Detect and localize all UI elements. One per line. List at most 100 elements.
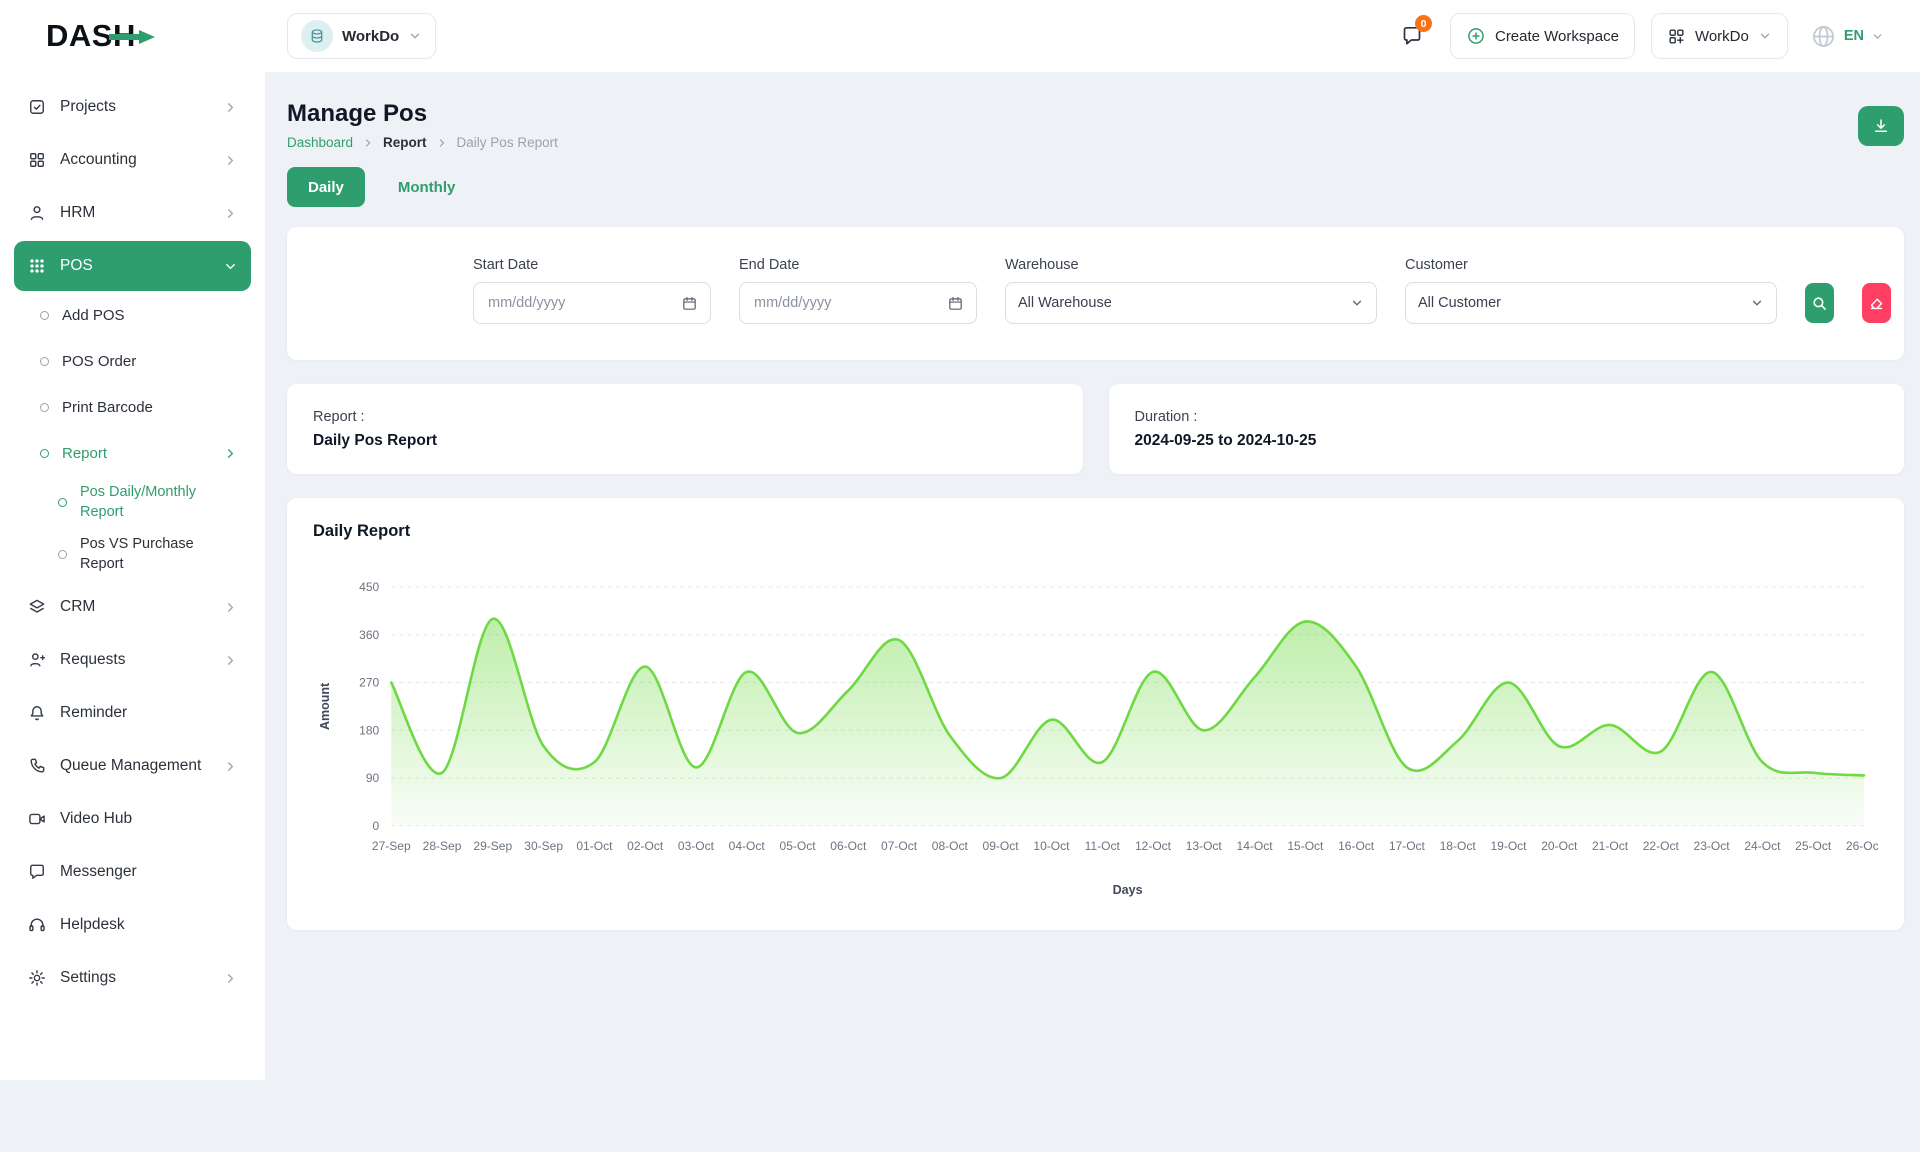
language-code: EN — [1844, 28, 1864, 44]
tab-monthly[interactable]: Monthly — [377, 167, 477, 207]
headset-icon — [27, 915, 47, 935]
sidebar-item-pos-vs-purchase-report[interactable]: Pos VS Purchase Report — [14, 530, 251, 579]
report-summary-card: Report : Daily Pos Report — [287, 384, 1083, 474]
apps-grid-icon — [27, 256, 47, 276]
breadcrumb-dashboard-link[interactable]: Dashboard — [287, 135, 353, 150]
reset-filter-button[interactable] — [1862, 283, 1891, 323]
bullet-icon — [40, 403, 49, 412]
grid-plus-icon — [1667, 27, 1686, 46]
create-workspace-button[interactable]: Create Workspace — [1450, 13, 1635, 59]
chevron-right-icon — [223, 759, 238, 774]
calendar-icon[interactable] — [681, 295, 698, 312]
svg-text:06-Oct: 06-Oct — [830, 839, 867, 853]
svg-text:05-Oct: 05-Oct — [780, 839, 817, 853]
start-date-label: Start Date — [473, 257, 711, 273]
video-camera-icon — [27, 809, 47, 829]
svg-text:24-Oct: 24-Oct — [1744, 839, 1781, 853]
messages-button[interactable]: 0 — [1390, 14, 1434, 58]
svg-text:03-Oct: 03-Oct — [678, 839, 715, 853]
sidebar-item-requests[interactable]: Requests — [14, 635, 251, 685]
svg-text:15-Oct: 15-Oct — [1287, 839, 1324, 853]
sidebar-item-accounting[interactable]: Accounting — [14, 135, 251, 185]
sidebar-item-pos[interactable]: POS — [14, 241, 251, 291]
svg-text:23-Oct: 23-Oct — [1694, 839, 1731, 853]
workdo-menu-label: WorkDo — [1695, 28, 1749, 45]
sidebar-item-report[interactable]: Report — [14, 432, 251, 474]
search-button[interactable] — [1805, 283, 1834, 323]
main-content: Manage Pos Dashboard Report Daily Pos Re… — [265, 72, 1920, 1080]
bullet-icon — [40, 311, 49, 320]
chevron-right-icon — [223, 971, 238, 986]
sidebar-item-helpdesk[interactable]: Helpdesk — [14, 900, 251, 950]
svg-text:90: 90 — [366, 771, 380, 785]
chevron-down-icon — [1750, 296, 1764, 310]
sidebar-item-add-pos[interactable]: Add POS — [14, 294, 251, 336]
svg-text:180: 180 — [359, 723, 379, 737]
chevron-right-icon — [362, 137, 374, 149]
chevron-down-icon — [1871, 30, 1884, 43]
customer-label: Customer — [1405, 257, 1777, 273]
customer-select[interactable]: All Customer — [1405, 282, 1777, 324]
customer-field: Customer All Customer — [1405, 257, 1777, 324]
language-selector[interactable]: EN — [1804, 22, 1890, 51]
end-date-field: End Date — [739, 257, 977, 324]
svg-text:26-Oct: 26-Oct — [1846, 839, 1878, 853]
sidebar: Projects Accounting HRM POS Add POS POS … — [0, 72, 265, 1080]
sidebar-item-hrm[interactable]: HRM — [14, 188, 251, 238]
customer-selected-value: All Customer — [1418, 295, 1501, 311]
daily-report-chart: 09018027036045027-Sep28-Sep29-Sep30-Sep0… — [313, 571, 1878, 902]
logo-arrow-icon — [109, 30, 155, 44]
workspace-switcher[interactable]: WorkDo — [287, 13, 436, 59]
report-summary-value: Daily Pos Report — [313, 432, 1057, 450]
start-date-input[interactable] — [486, 294, 636, 312]
svg-text:28-Sep: 28-Sep — [423, 839, 462, 853]
eraser-icon — [1868, 295, 1885, 312]
end-date-input-wrap — [739, 282, 977, 324]
sidebar-item-queue-management[interactable]: Queue Management — [14, 741, 251, 791]
person-plus-icon — [27, 650, 47, 670]
download-button[interactable] — [1858, 106, 1904, 146]
sidebar-item-pos-daily-monthly-report[interactable]: Pos Daily/Monthly Report — [14, 478, 251, 527]
sidebar-item-video-hub[interactable]: Video Hub — [14, 794, 251, 844]
svg-text:13-Oct: 13-Oct — [1186, 839, 1223, 853]
svg-text:17-Oct: 17-Oct — [1389, 839, 1426, 853]
duration-summary-label: Duration : — [1135, 409, 1879, 425]
warehouse-field: Warehouse All Warehouse — [1005, 257, 1377, 324]
chevron-down-icon — [1758, 29, 1772, 43]
chevron-right-icon — [223, 653, 238, 668]
filter-card: Start Date End Date Warehouse All Wareho… — [287, 227, 1904, 360]
svg-text:21-Oct: 21-Oct — [1592, 839, 1629, 853]
topbar-actions: 0 Create Workspace WorkDo EN — [1390, 13, 1920, 59]
svg-text:18-Oct: 18-Oct — [1440, 839, 1477, 853]
bullet-icon — [40, 449, 49, 458]
sidebar-item-projects[interactable]: Projects — [14, 82, 251, 132]
end-date-input[interactable] — [752, 294, 902, 312]
sidebar-item-pos-order[interactable]: POS Order — [14, 340, 251, 382]
svg-text:30-Sep: 30-Sep — [524, 839, 563, 853]
warehouse-select[interactable]: All Warehouse — [1005, 282, 1377, 324]
sidebar-item-settings[interactable]: Settings — [14, 953, 251, 1003]
svg-text:11-Oct: 11-Oct — [1085, 839, 1121, 853]
topbar: DASH WorkDo 0 Create Workspace WorkDo EN — [0, 0, 1920, 72]
sidebar-item-reminder[interactable]: Reminder — [14, 688, 251, 738]
tab-daily[interactable]: Daily — [287, 167, 365, 207]
globe-icon — [1810, 23, 1837, 50]
breadcrumb-report: Report — [383, 135, 427, 150]
app-logo[interactable]: DASH — [0, 18, 265, 54]
sidebar-item-crm[interactable]: CRM — [14, 582, 251, 632]
breadcrumb: Dashboard Report Daily Pos Report — [287, 135, 558, 150]
chevron-right-icon — [436, 137, 448, 149]
layers-icon — [27, 597, 47, 617]
svg-text:360: 360 — [359, 628, 379, 642]
start-date-input-wrap — [473, 282, 711, 324]
gear-icon — [27, 968, 47, 988]
sidebar-item-messenger[interactable]: Messenger — [14, 847, 251, 897]
sidebar-item-print-barcode[interactable]: Print Barcode — [14, 386, 251, 428]
chart-title: Daily Report — [313, 522, 1878, 541]
workdo-menu-button[interactable]: WorkDo — [1651, 13, 1788, 59]
chevron-down-icon — [408, 29, 422, 43]
svg-text:Days: Days — [1113, 883, 1143, 897]
grid-icon — [27, 150, 47, 170]
duration-summary-value: 2024-09-25 to 2024-10-25 — [1135, 432, 1879, 450]
calendar-icon[interactable] — [947, 295, 964, 312]
